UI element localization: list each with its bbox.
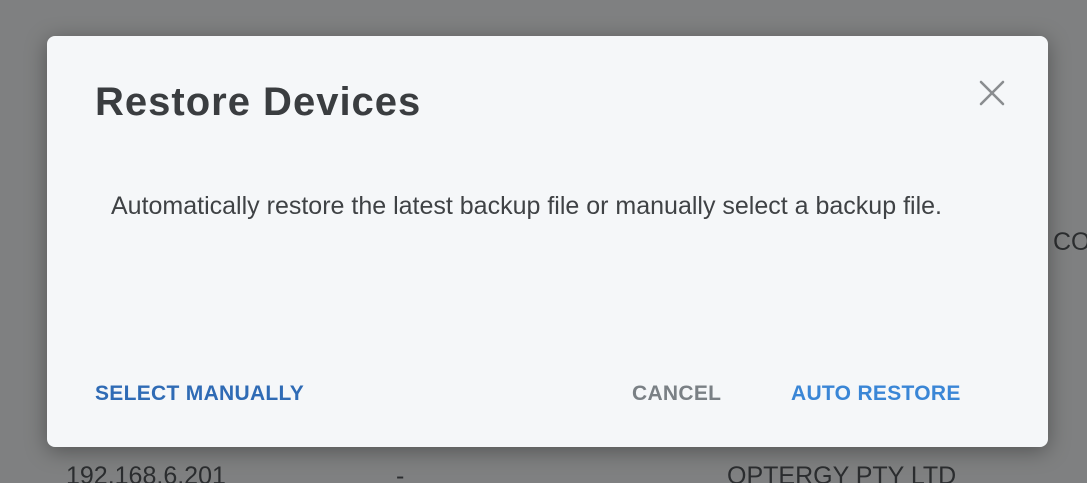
close-button[interactable] (973, 74, 1011, 112)
background-row-ip: 192.168.6.201 (66, 462, 226, 483)
dialog-title: Restore Devices (95, 80, 422, 124)
restore-devices-dialog: Restore Devices Automatically restore th… (47, 36, 1048, 447)
background-row-dash: - (396, 462, 405, 483)
cancel-button[interactable]: CANCEL (632, 366, 721, 422)
background-row-company: OPTERGY PTY LTD (727, 462, 957, 483)
auto-restore-button[interactable]: AUTO RESTORE (791, 366, 961, 422)
background-partial-text: CO. (1053, 228, 1087, 256)
close-icon (979, 80, 1005, 106)
dialog-message: Automatically restore the latest backup … (111, 192, 942, 220)
select-manually-button[interactable]: SELECT MANUALLY (95, 366, 304, 422)
